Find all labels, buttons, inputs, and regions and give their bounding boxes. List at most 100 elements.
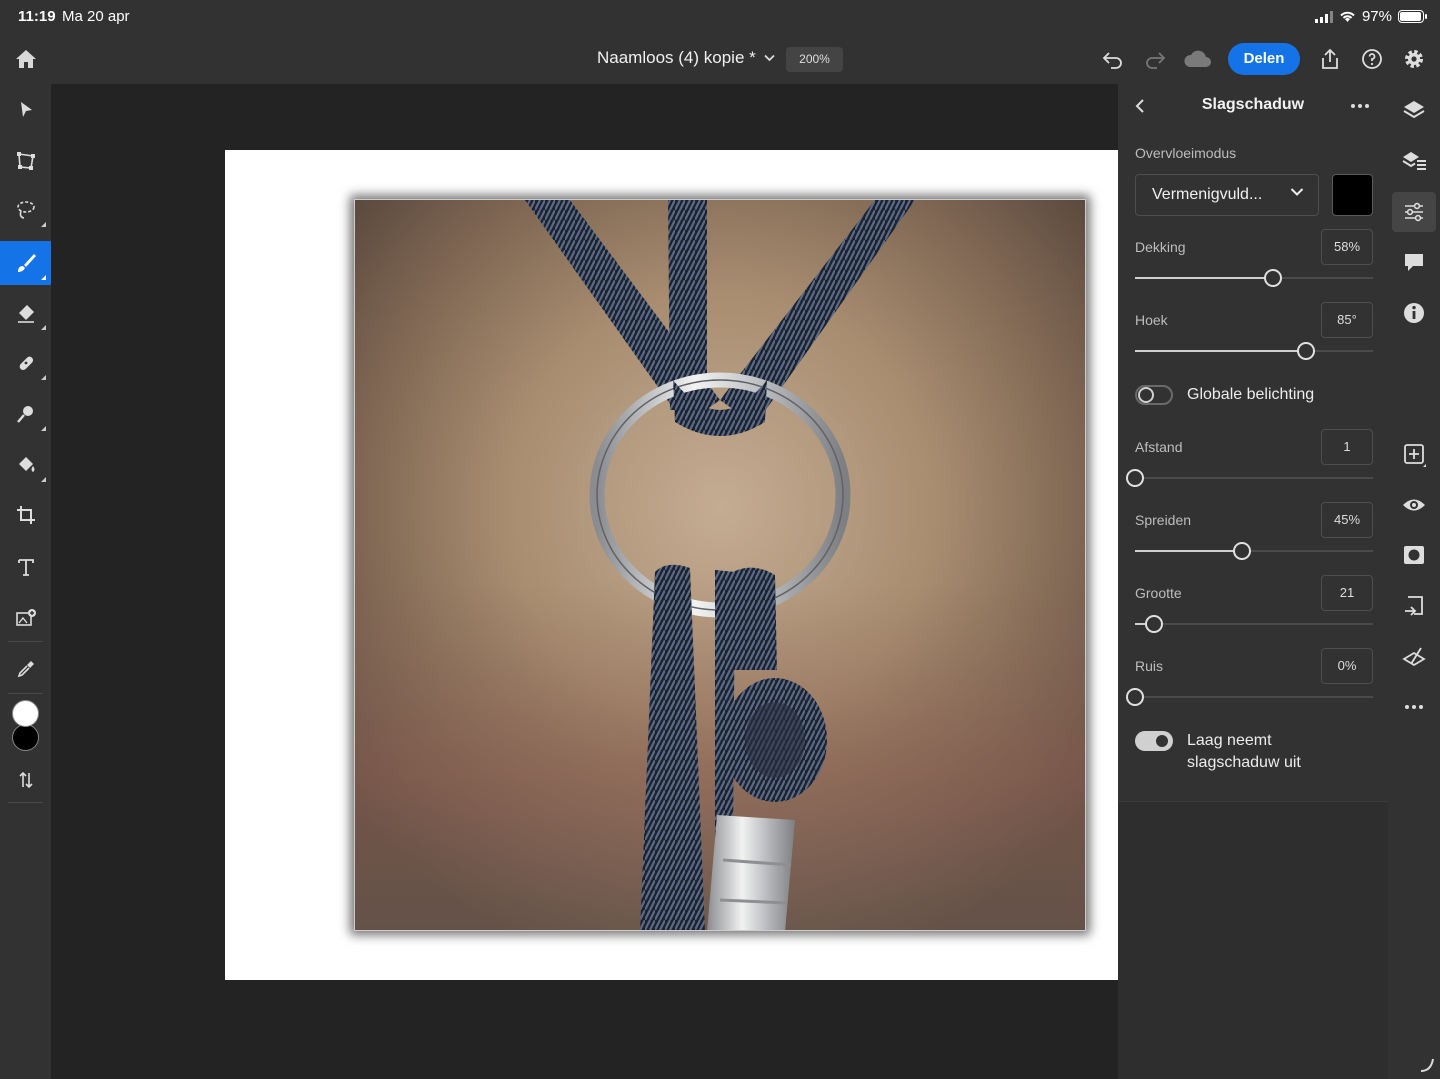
- status-date: Ma 20 apr: [62, 8, 130, 25]
- color-swatches[interactable]: [10, 699, 42, 755]
- slider-fill: [1135, 550, 1243, 552]
- info-icon[interactable]: [1401, 300, 1427, 326]
- opacity-slider[interactable]: [1135, 268, 1373, 288]
- blend-mode-dropdown[interactable]: Vermenigvuld...: [1135, 174, 1319, 216]
- chevron-down-icon: [1290, 188, 1304, 196]
- more-icon[interactable]: [1350, 103, 1370, 109]
- arrange-icon[interactable]: [1401, 593, 1427, 619]
- text-icon: [17, 559, 34, 576]
- help-icon[interactable]: [1360, 47, 1384, 71]
- angle-slider[interactable]: [1135, 341, 1373, 361]
- submenu-indicator: [41, 275, 46, 280]
- noise-slider[interactable]: [1126, 687, 1373, 707]
- adjustments-tab[interactable]: [1392, 192, 1436, 232]
- knockout-toggle[interactable]: [1135, 731, 1173, 751]
- export-icon[interactable]: [1318, 47, 1342, 71]
- resize-handle-icon[interactable]: [1418, 1056, 1436, 1074]
- select-icon: [20, 102, 32, 117]
- document-title-text: Naamloos (4) kopie *: [597, 48, 756, 67]
- slider-knob[interactable]: [1233, 542, 1252, 560]
- distance-field[interactable]: 1: [1321, 429, 1373, 465]
- comments-icon[interactable]: [1401, 249, 1427, 275]
- clear-icon[interactable]: [1401, 645, 1427, 671]
- more-icon[interactable]: [1401, 694, 1427, 720]
- tool-healing[interactable]: [0, 341, 51, 385]
- tool-eraser[interactable]: [0, 291, 51, 335]
- healing-icon: [19, 356, 33, 371]
- layers-icon[interactable]: [1401, 97, 1427, 123]
- panel-header: Slagschaduw: [1118, 84, 1388, 130]
- rope-ring-photo: [355, 200, 1085, 930]
- toggle-knob: [1154, 733, 1170, 749]
- size-slider[interactable]: [1135, 614, 1373, 634]
- slider-knob[interactable]: [1126, 688, 1144, 706]
- knockout-label-line2: slagschaduw uit: [1187, 754, 1301, 771]
- background-color-swatch[interactable]: [12, 724, 39, 751]
- crop-icon: [16, 506, 35, 524]
- slider-fill: [1135, 350, 1307, 352]
- knockout-label: Laag neemt slagschaduw uit: [1187, 730, 1301, 774]
- global-light-toggle[interactable]: [1135, 385, 1173, 405]
- size-field[interactable]: 21: [1321, 575, 1373, 611]
- home-icon[interactable]: [13, 46, 39, 72]
- toggle-knob: [1138, 387, 1154, 403]
- tool-smudge[interactable]: [0, 392, 51, 436]
- opacity-field[interactable]: 58%: [1321, 229, 1373, 265]
- angle-field[interactable]: 85°: [1321, 302, 1373, 338]
- battery-icon: [1398, 10, 1427, 23]
- chevron-down-icon: [764, 54, 775, 62]
- angle-label: Hoek: [1135, 312, 1168, 328]
- distance-label: Afstand: [1135, 439, 1183, 455]
- add-layer-icon[interactable]: [1401, 441, 1427, 467]
- distance-slider[interactable]: [1126, 468, 1373, 488]
- status-right: 97%: [1314, 8, 1427, 25]
- tool-select[interactable]: [0, 88, 51, 132]
- document-title[interactable]: Naamloos (4) kopie *: [597, 48, 775, 68]
- noise-label: Ruis: [1135, 658, 1164, 674]
- share-button[interactable]: Delen: [1228, 43, 1300, 75]
- tool-lasso[interactable]: [0, 188, 51, 232]
- slider-knob[interactable]: [1297, 342, 1316, 360]
- visibility-icon[interactable]: [1401, 492, 1427, 518]
- eraser-icon: [17, 305, 34, 323]
- spread-slider[interactable]: [1135, 541, 1373, 561]
- tool-fill[interactable]: [0, 443, 51, 487]
- toolbar-divider: [8, 802, 43, 803]
- layer-properties-icon[interactable]: [1401, 148, 1427, 174]
- redo-icon[interactable]: [1143, 47, 1167, 71]
- tool-transform[interactable]: [0, 139, 51, 183]
- tool-eyedropper[interactable]: [0, 647, 51, 691]
- swap-colors-button[interactable]: [0, 758, 51, 802]
- submenu-indicator: [41, 222, 46, 227]
- tool-text[interactable]: [0, 545, 51, 589]
- settings-icon[interactable]: [1402, 47, 1426, 71]
- noise-field[interactable]: 0%: [1321, 648, 1373, 684]
- global-light-label: Globale belichting: [1187, 386, 1315, 403]
- undo-icon[interactable]: [1101, 47, 1125, 71]
- mask-icon[interactable]: [1401, 542, 1427, 568]
- blend-mode-value: Vermenigvuld...: [1152, 186, 1263, 203]
- tool-crop[interactable]: [0, 493, 51, 537]
- zoom-level[interactable]: 200%: [786, 47, 843, 72]
- app-bar: Naamloos (4) kopie * 200% Delen: [0, 34, 1440, 84]
- toolbar-divider: [8, 693, 43, 694]
- tool-brush[interactable]: [0, 241, 51, 285]
- panel-empty-area: [1118, 801, 1388, 1079]
- submenu-indicator: [41, 477, 46, 482]
- tool-bar: [0, 84, 51, 1079]
- right-rail: [1388, 84, 1440, 1079]
- slider-knob[interactable]: [1264, 269, 1283, 287]
- status-time: 11:19: [18, 8, 56, 25]
- smudge-icon: [16, 406, 33, 423]
- tool-place-image[interactable]: [0, 596, 51, 640]
- shadow-color-swatch[interactable]: [1332, 174, 1373, 216]
- canvas-image[interactable]: [354, 199, 1086, 931]
- spread-label: Spreiden: [1135, 512, 1192, 528]
- submenu-indicator: [41, 426, 46, 431]
- cloud-icon[interactable]: [1183, 47, 1213, 71]
- slider-knob[interactable]: [1126, 469, 1144, 487]
- foreground-color-swatch[interactable]: [12, 700, 39, 727]
- wifi-icon: [1340, 11, 1355, 22]
- slider-knob[interactable]: [1145, 615, 1164, 633]
- spread-field[interactable]: 45%: [1321, 502, 1373, 538]
